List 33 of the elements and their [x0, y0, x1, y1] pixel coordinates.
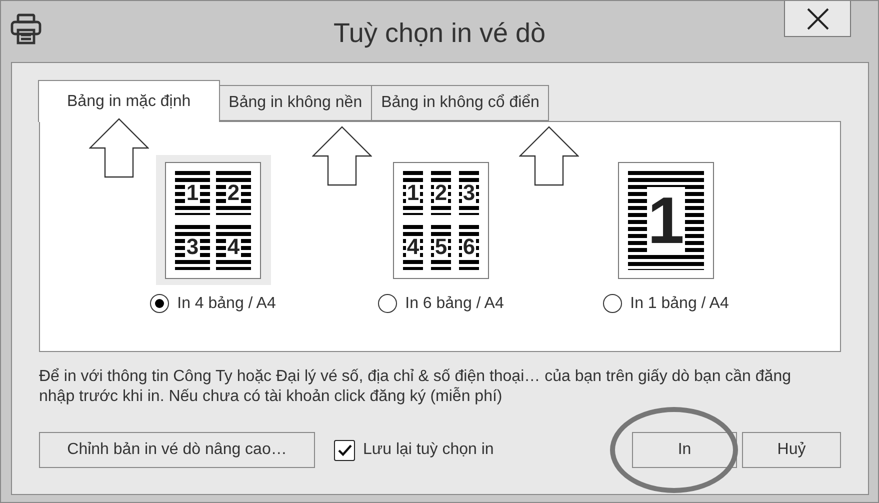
tab[interactable]: Bảng in không cổ điển: [371, 85, 550, 121]
page-number: 1: [646, 187, 686, 253]
page-number: 4: [406, 236, 420, 258]
layout-option[interactable]: 1 2 3 4: [156, 155, 270, 285]
page-number: 1: [185, 182, 200, 204]
page-number: 2: [434, 182, 448, 204]
close-icon: [806, 6, 830, 30]
window-title: Tuỳ chọn in vé dò: [333, 18, 546, 49]
checkbox-label: Lưu lại tuỳ chọn in: [363, 441, 494, 459]
page-number: 2: [226, 182, 241, 204]
page-number: 3: [462, 182, 476, 204]
tab[interactable]: Bảng in mặc định: [38, 80, 220, 122]
page-number: 3: [185, 236, 200, 258]
radio-button[interactable]: [603, 294, 622, 313]
radio-label: In 1 bảng / A4: [630, 294, 729, 312]
radio-label: In 6 bảng / A4: [405, 294, 504, 312]
checkbox[interactable]: [334, 440, 355, 460]
printer-icon: [10, 13, 42, 45]
layout-option[interactable]: 1: [608, 155, 724, 285]
page-number: 4: [226, 236, 241, 258]
login-note: Để in với thông tin Công Ty hoặc Đại lý vé số, địa chỉ & số điện thoại… của bạn trên giấy dò bạn cần đăng nhập trước khi in. Nếu chưa có tài khoản click đăng ký (miễn phí): [39, 367, 792, 407]
radio-button[interactable]: [378, 294, 398, 313]
tab[interactable]: Bảng in không nền: [218, 85, 372, 121]
page-number: 5: [434, 236, 448, 258]
advanced-settings-button[interactable]: Chỉnh bản in vé dò nâng cao…: [39, 432, 315, 468]
page-number: 6: [462, 236, 476, 258]
cancel-button[interactable]: Huỷ: [742, 432, 841, 468]
page-number: 1: [406, 182, 420, 204]
layout-option[interactable]: 1 2 3 4 5 6: [384, 155, 498, 285]
close-button[interactable]: [784, 1, 851, 37]
radio-label: In 4 bảng / A4: [177, 294, 276, 312]
print-button[interactable]: In: [632, 432, 737, 468]
radio-button[interactable]: [150, 294, 170, 313]
